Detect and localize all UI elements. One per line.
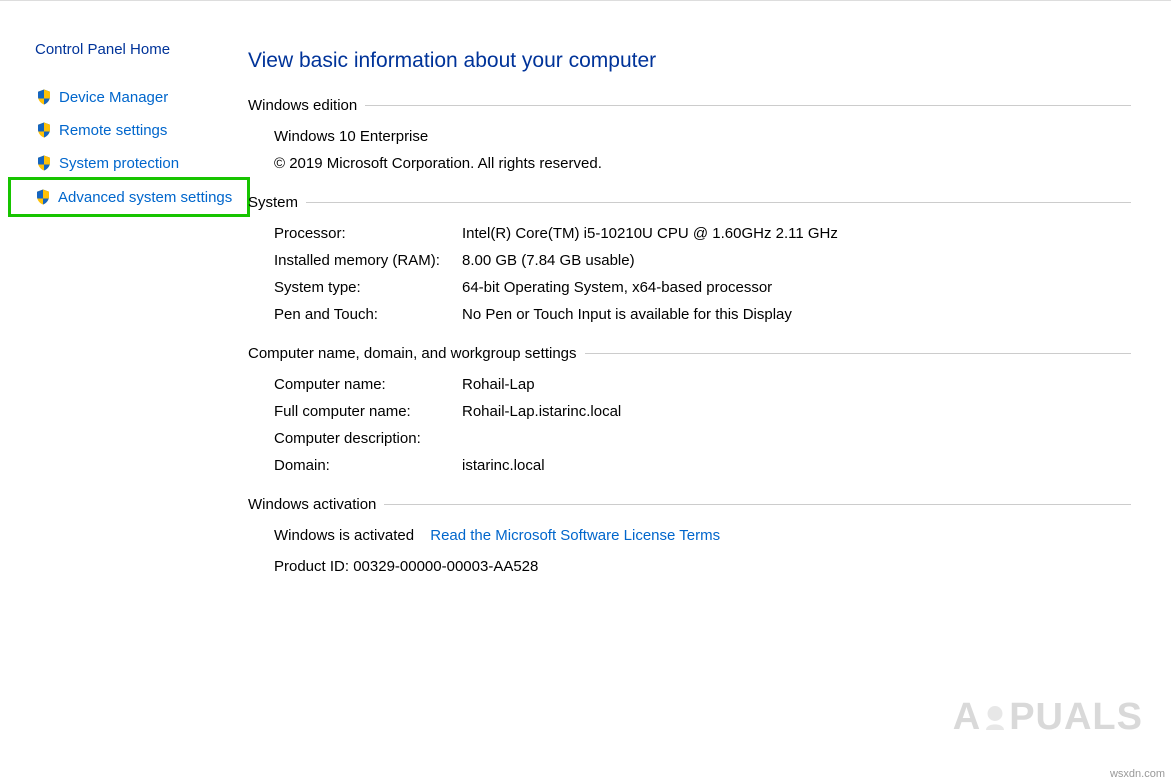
info-row: Installed memory (RAM): 8.00 GB (7.84 GB… — [274, 252, 1131, 269]
shield-icon — [35, 121, 53, 139]
edition-name: Windows 10 Enterprise — [274, 128, 428, 145]
info-label: Computer description: — [274, 430, 462, 447]
product-id-value: 00329-00000-00003-AA528 — [353, 558, 538, 575]
section-header-label: Windows activation — [248, 496, 376, 513]
license-terms-link[interactable]: Read the Microsoft Software License Term… — [430, 527, 720, 544]
divider — [384, 504, 1131, 505]
info-value: Intel(R) Core(TM) i5-10210U CPU @ 1.60GH… — [462, 225, 1131, 242]
info-row: Full computer name: Rohail-Lap.istarinc.… — [274, 403, 1131, 420]
divider — [306, 202, 1131, 203]
info-label: Processor: — [274, 225, 462, 242]
watermark-logo: A PUALS — [953, 696, 1143, 739]
sidebar: Control Panel Home Device Manager Remote… — [0, 26, 248, 597]
sidebar-link-remote-settings[interactable]: Remote settings — [35, 119, 240, 141]
info-value: No Pen or Touch Input is available for t… — [462, 306, 1131, 323]
info-row: Processor: Intel(R) Core(TM) i5-10210U C… — [274, 225, 1131, 242]
divider — [585, 353, 1131, 354]
section-system: System Processor: Intel(R) Core(TM) i5-1… — [248, 194, 1131, 323]
main-content: View basic information about your comput… — [248, 26, 1171, 597]
info-row: Pen and Touch: No Pen or Touch Input is … — [274, 306, 1131, 323]
section-header-label: Computer name, domain, and workgroup set… — [248, 345, 577, 362]
info-value — [462, 430, 1131, 447]
info-row: System type: 64-bit Operating System, x6… — [274, 279, 1131, 296]
page-title: View basic information about your comput… — [248, 49, 1131, 73]
info-value: 8.00 GB (7.84 GB usable) — [462, 252, 1131, 269]
section-activation: Windows activation Windows is activated … — [248, 496, 1131, 575]
divider — [365, 105, 1131, 106]
info-label: Domain: — [274, 457, 462, 474]
info-label: Pen and Touch: — [274, 306, 462, 323]
info-value: istarinc.local — [462, 457, 1131, 474]
info-label: Installed memory (RAM): — [274, 252, 462, 269]
product-id-label: Product ID: — [274, 558, 349, 575]
sidebar-link-label: Remote settings — [59, 122, 167, 139]
sidebar-link-label: System protection — [59, 155, 179, 172]
info-label: System type: — [274, 279, 462, 296]
info-row: Domain: istarinc.local — [274, 457, 1131, 474]
watermark-mascot-icon — [977, 700, 1013, 736]
activation-status: Windows is activated — [274, 527, 414, 544]
info-label: Computer name: — [274, 376, 462, 393]
attribution-text: wsxdn.com — [1110, 768, 1165, 780]
shield-icon — [35, 154, 53, 172]
shield-icon — [35, 88, 53, 106]
info-value: 64-bit Operating System, x64-based proce… — [462, 279, 1131, 296]
info-value: Rohail-Lap.istarinc.local — [462, 403, 1131, 420]
sidebar-link-advanced-system-settings[interactable]: Advanced system settings — [15, 184, 243, 210]
sidebar-link-system-protection[interactable]: System protection — [35, 152, 240, 174]
copyright-text: © 2019 Microsoft Corporation. All rights… — [274, 155, 1131, 172]
info-row: Computer name: Rohail-Lap — [274, 376, 1131, 393]
sidebar-link-label: Device Manager — [59, 89, 168, 106]
section-header-label: Windows edition — [248, 97, 357, 114]
sidebar-link-device-manager[interactable]: Device Manager — [35, 86, 240, 108]
info-value: Rohail-Lap — [462, 376, 1131, 393]
info-row: Computer description: — [274, 430, 1131, 447]
control-panel-home-link[interactable]: Control Panel Home — [35, 41, 240, 58]
sidebar-link-label: Advanced system settings — [58, 189, 232, 206]
section-header-label: System — [248, 194, 298, 211]
shield-icon — [34, 188, 52, 206]
section-windows-edition: Windows edition Windows 10 Enterprise © … — [248, 97, 1131, 172]
info-label: Full computer name: — [274, 403, 462, 420]
section-computer-name: Computer name, domain, and workgroup set… — [248, 345, 1131, 474]
